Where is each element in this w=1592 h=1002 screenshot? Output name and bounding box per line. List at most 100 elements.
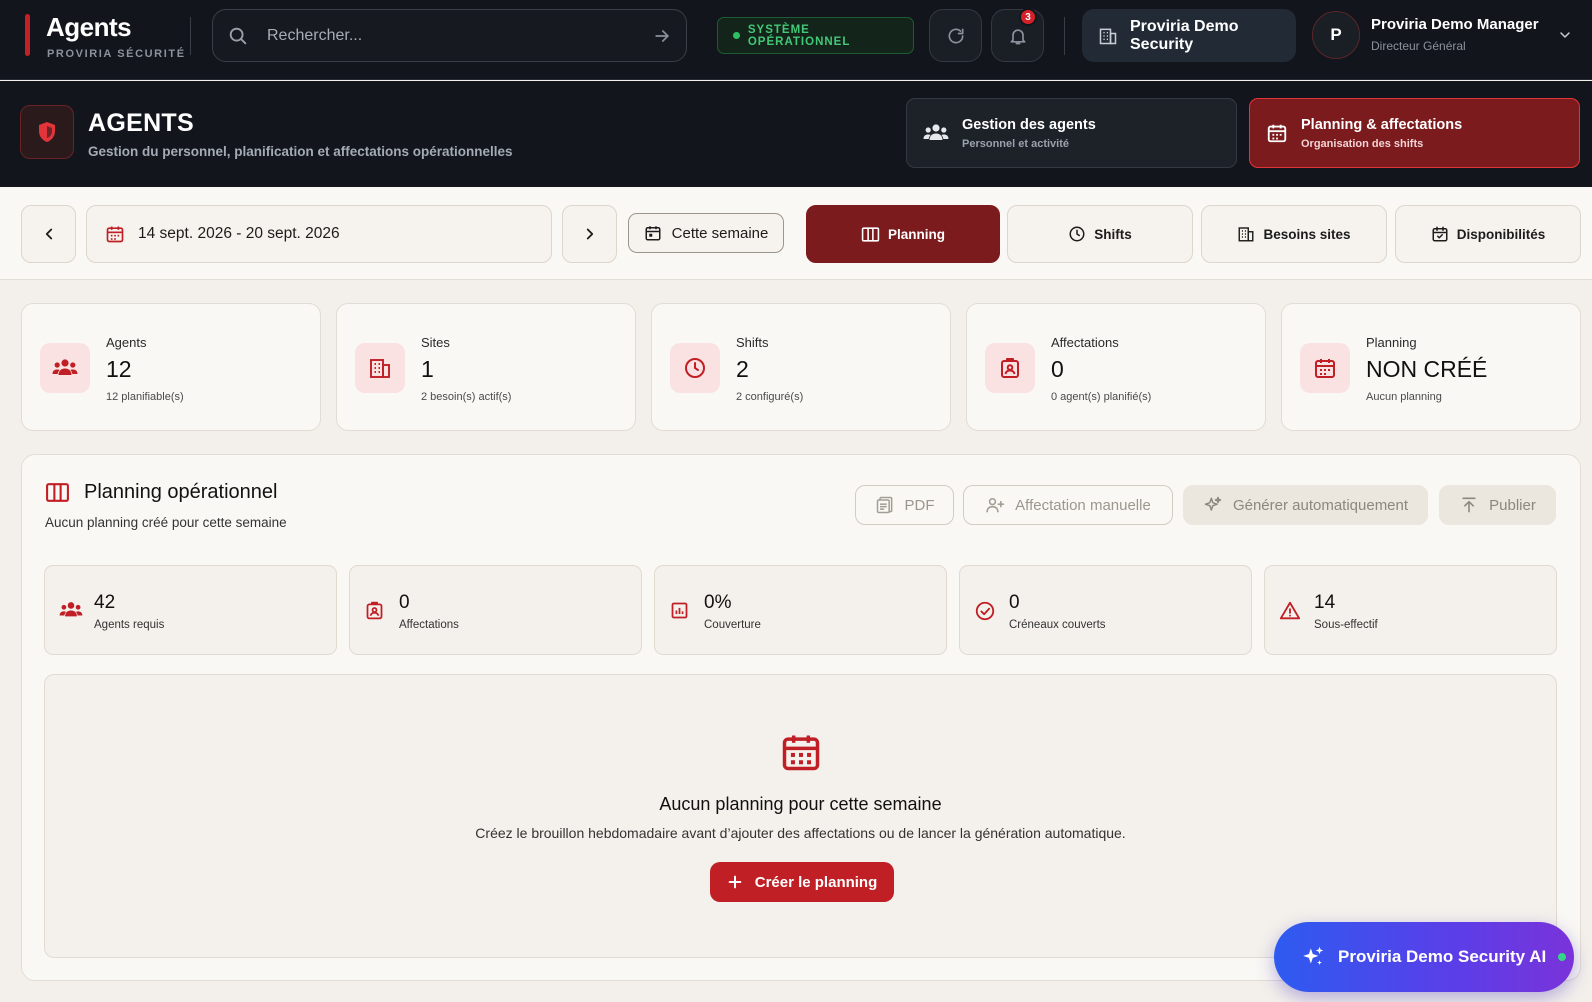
user-menu[interactable]: P Proviria Demo Manager Directeur Généra… [1312, 11, 1577, 61]
stat-value: 12 [106, 356, 132, 382]
user-name: Proviria Demo Manager [1371, 16, 1539, 33]
badge-icon [985, 343, 1035, 393]
building-icon [355, 343, 405, 393]
stat-card-sites: Sites 1 2 besoin(s) actif(s) [336, 303, 636, 431]
metric-covered-slots: 0 Créneaux couverts [959, 565, 1252, 655]
publish-button[interactable]: Publier [1439, 485, 1556, 525]
action-label: Publier [1489, 496, 1536, 514]
building-icon [1237, 225, 1255, 243]
pdf-icon [875, 495, 895, 515]
shield-icon [20, 105, 74, 159]
metric-label: Agents requis [94, 619, 165, 631]
plus-icon [727, 874, 743, 890]
tab-title: Planning & affectations [1301, 116, 1463, 133]
upload-icon [1459, 495, 1479, 515]
system-status-badge: SYSTÈME OPÉRATIONNEL [717, 17, 914, 54]
date-range-picker[interactable]: 14 sept. 2026 - 20 sept. 2026 [86, 205, 552, 263]
clock-icon [1068, 225, 1086, 243]
top-bar: Agents PROVIRIA SÉCURITÉ SYSTÈME OPÉRATI… [0, 0, 1592, 80]
metric-label: Sous-effectif [1314, 619, 1378, 631]
create-planning-button[interactable]: Créer le planning [710, 862, 894, 902]
stat-label: Shifts [736, 335, 769, 350]
metric-value: 0% [704, 592, 732, 613]
view-tab-label: Disponibilités [1456, 226, 1546, 242]
view-tab-shifts[interactable]: Shifts [1007, 205, 1193, 263]
user-role: Directeur Général [1371, 39, 1466, 53]
metric-value: 42 [94, 592, 116, 613]
stat-subtext: 0 agent(s) planifié(s) [1051, 391, 1152, 403]
divider [1064, 17, 1065, 55]
calendar-icon [105, 224, 125, 244]
view-tab-label: Besoins sites [1263, 226, 1351, 242]
ai-assistant-label: Proviria Demo Security AI [1338, 947, 1547, 966]
empty-state: Aucun planning pour cette semaine Créez … [44, 674, 1557, 958]
notifications-button[interactable]: 3 [991, 8, 1044, 62]
manual-assignment-button[interactable]: Affectation manuelle [963, 485, 1173, 525]
clock-icon [670, 343, 720, 393]
warning-icon [1279, 600, 1301, 622]
tab-planning-assignments[interactable]: Planning & affectations Organisation des… [1249, 98, 1580, 168]
chevron-down-icon[interactable] [1557, 27, 1573, 43]
date-range-label: 14 sept. 2026 - 20 sept. 2026 [138, 225, 340, 242]
metric-assignments: 0 Affectations [349, 565, 642, 655]
users-icon [40, 343, 90, 393]
tab-subtitle: Personnel et activité [962, 137, 1069, 150]
organization-name: Proviria Demo Security [1130, 17, 1239, 53]
metric-value: 0 [1009, 592, 1020, 613]
status-dot [733, 32, 740, 39]
stat-value: 0 [1051, 356, 1064, 382]
page-title: AGENTS [88, 109, 194, 137]
planning-panel: Planning opérationnel Aucun planning cré… [21, 454, 1581, 981]
next-week-button[interactable] [562, 205, 617, 263]
chevron-left-icon [40, 225, 58, 243]
badge-icon [364, 600, 385, 621]
organization-switcher[interactable]: Proviria Demo Security [1082, 9, 1296, 62]
refresh-button[interactable] [929, 9, 982, 62]
metric-value: 14 [1314, 592, 1336, 613]
tab-subtitle: Organisation des shifts [1301, 137, 1424, 150]
avatar: P [1312, 11, 1360, 59]
arrow-right-icon[interactable] [652, 26, 672, 46]
search-box[interactable] [212, 9, 687, 62]
view-tab-site-needs[interactable]: Besoins sites [1201, 205, 1387, 263]
metric-understaffed: 14 Sous-effectif [1264, 565, 1557, 655]
metric-label: Affectations [399, 619, 459, 631]
export-pdf-button[interactable]: PDF [855, 485, 954, 525]
columns-icon [45, 482, 70, 503]
search-icon [227, 25, 249, 47]
tab-agents-management[interactable]: Gestion des agents Personnel et activité [906, 98, 1237, 168]
stat-subtext: 12 planifiable(s) [106, 391, 184, 403]
section-title: Planning opérationnel [84, 481, 278, 503]
view-tab-planning[interactable]: Planning [806, 205, 1000, 263]
users-icon [59, 600, 83, 620]
section-subtitle: Aucun planning créé pour cette semaine [45, 515, 287, 530]
metric-label: Couverture [704, 619, 761, 631]
auto-generate-button[interactable]: Générer automatiquement [1183, 485, 1428, 525]
view-tab-label: Shifts [1094, 226, 1132, 242]
empty-state-description: Créez le brouillon hebdomadaire avant d’… [475, 825, 1126, 841]
metric-required-agents: 42 Agents requis [44, 565, 337, 655]
this-week-button[interactable]: Cette semaine [628, 213, 784, 253]
calendar-icon [644, 224, 662, 242]
sparkles-icon [1203, 495, 1223, 515]
calendar-icon [779, 730, 823, 774]
stat-subtext: 2 besoin(s) actif(s) [421, 391, 512, 403]
stat-subtext: 2 configuré(s) [736, 391, 804, 403]
stat-card-assignments: Affectations 0 0 agent(s) planifié(s) [966, 303, 1266, 431]
chevron-right-icon [581, 225, 599, 243]
calendar-icon [1266, 122, 1288, 144]
stat-label: Planning [1366, 335, 1417, 350]
stat-card-agents: Agents 12 12 planifiable(s) [21, 303, 321, 431]
page-subtitle: Gestion du personnel, planification et a… [88, 144, 513, 159]
ai-assistant-button[interactable]: Proviria Demo Security AI [1274, 922, 1574, 992]
metric-label: Créneaux couverts [1009, 619, 1106, 631]
divider [190, 17, 191, 55]
stat-value: 1 [421, 356, 434, 382]
sparkles-icon [1300, 944, 1326, 970]
module-header: AGENTS Gestion du personnel, planificati… [0, 81, 1592, 187]
metric-value: 0 [399, 592, 410, 613]
view-tab-availability[interactable]: Disponibilités [1395, 205, 1581, 263]
search-input[interactable] [267, 24, 627, 48]
previous-week-button[interactable] [21, 205, 76, 263]
action-label: PDF [904, 496, 935, 514]
